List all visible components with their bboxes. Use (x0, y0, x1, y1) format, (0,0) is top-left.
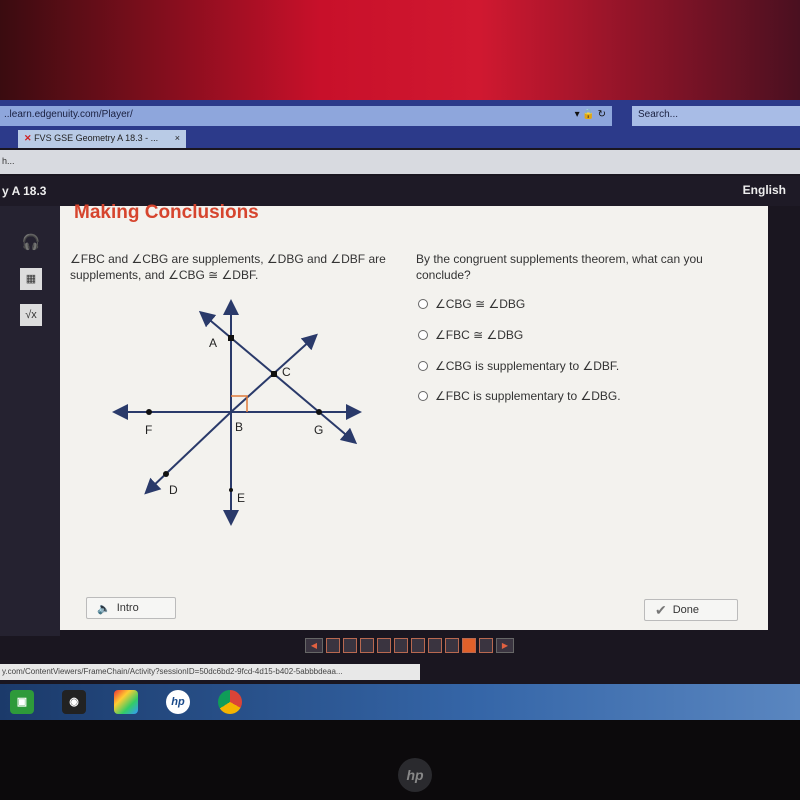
browser-tab[interactable]: ✕ FVS GSE Geometry A 18.3 - ... × (18, 130, 186, 148)
label-f: F (145, 423, 152, 437)
language-button[interactable]: English (743, 183, 786, 197)
geometry-diagram: A C F B G D E (112, 299, 362, 526)
label-a: A (209, 336, 217, 350)
pager-next-button[interactable]: ▶ (496, 638, 514, 653)
activity-pager: ◀ ▶ (305, 638, 514, 653)
pager-page-9[interactable] (462, 638, 476, 653)
bookmark-text[interactable]: h... (2, 156, 15, 166)
point-f (146, 409, 152, 415)
radio-button[interactable] (418, 361, 428, 371)
laptop-bezel (0, 720, 800, 800)
tab-close-button[interactable]: × (175, 133, 180, 143)
pager-page-3[interactable] (360, 638, 374, 653)
intro-button[interactable]: 🔈 Intro (86, 597, 176, 619)
label-b: B (235, 420, 243, 434)
option-label: ∠FBC is supplementary to ∠DBG. (435, 389, 621, 403)
point-a (228, 335, 234, 341)
pager-prev-button[interactable]: ◀ (305, 638, 323, 653)
radio-button[interactable] (418, 330, 428, 340)
answer-option[interactable]: ∠CBG is supplementary to ∠DBF. (418, 359, 619, 373)
pager-page-6[interactable] (411, 638, 425, 653)
course-title: y A 18.3 (2, 184, 47, 198)
done-label: Done (672, 604, 700, 616)
pager-page-10[interactable] (479, 638, 493, 653)
point-d (163, 471, 169, 477)
hp-logo: hp (398, 758, 432, 792)
edgenuity-favicon-icon: ✕ (24, 133, 32, 143)
line-dc (144, 411, 232, 495)
tool-sidebar: 🎧 ▦ √x (0, 206, 60, 636)
label-g: G (314, 423, 323, 437)
url-text: ..learn.edgenuity.com/Player/ (4, 109, 133, 120)
done-button[interactable]: ✔ Done (644, 599, 738, 621)
intro-label: Intro (116, 602, 139, 614)
address-bar[interactable]: ..learn.edgenuity.com/Player/ ▾ 🔒 ↻ (0, 106, 612, 126)
answer-option[interactable]: ∠FBC ≅ ∠DBG (418, 328, 523, 342)
speaker-icon: 🔈 (97, 602, 111, 615)
label-c: C (282, 365, 291, 379)
pager-page-2[interactable] (343, 638, 357, 653)
point-c (271, 371, 277, 377)
webcam-icon[interactable]: ◉ (62, 690, 86, 714)
pager-page-5[interactable] (394, 638, 408, 653)
search-input[interactable]: Search... (632, 106, 800, 126)
radio-button[interactable] (418, 391, 428, 401)
square-root-icon[interactable]: √x (20, 304, 42, 326)
radio-button[interactable] (418, 299, 428, 309)
option-label: ∠FBC ≅ ∠DBG (435, 328, 524, 342)
label-d: D (169, 483, 178, 497)
question-text: By the congruent supplements theorem, wh… (416, 252, 703, 282)
pager-page-7[interactable] (428, 638, 442, 653)
answer-option[interactable]: ∠FBC is supplementary to ∠DBG. (418, 389, 621, 403)
checkmark-icon: ✔ (655, 601, 667, 618)
bookmark-bar: h... (0, 150, 800, 174)
photo-app-icon[interactable] (114, 690, 138, 714)
point-e (229, 488, 233, 492)
pager-page-8[interactable] (445, 638, 459, 653)
label-e: E (237, 491, 245, 505)
answer-option[interactable]: ∠CBG ≅ ∠DBG (418, 297, 525, 311)
page-title: Making Conclusions (74, 202, 259, 223)
background-photo-top (0, 0, 800, 100)
chrome-icon[interactable] (218, 690, 242, 714)
pager-page-4[interactable] (377, 638, 391, 653)
hp-icon[interactable]: hp (166, 690, 190, 714)
status-url: y.com/ContentViewers/FrameChain/Activity… (0, 664, 420, 680)
tab-title: FVS GSE Geometry A 18.3 - ... (34, 133, 159, 143)
point-g (316, 409, 322, 415)
option-label: ∠CBG ≅ ∠DBG (435, 297, 526, 311)
lock-refresh-icons[interactable]: ▾ 🔒 ↻ (575, 109, 606, 120)
store-icon[interactable]: ▣ (10, 690, 34, 714)
problem-statement: ∠FBC and ∠CBG are supplements, ∠DBG and … (70, 252, 386, 282)
headphones-icon[interactable]: 🎧 (20, 232, 42, 254)
calculator-icon[interactable]: ▦ (20, 268, 42, 290)
pager-page-1[interactable] (326, 638, 340, 653)
line-ag (273, 373, 358, 445)
option-label: ∠CBG is supplementary to ∠DBF. (435, 359, 620, 373)
